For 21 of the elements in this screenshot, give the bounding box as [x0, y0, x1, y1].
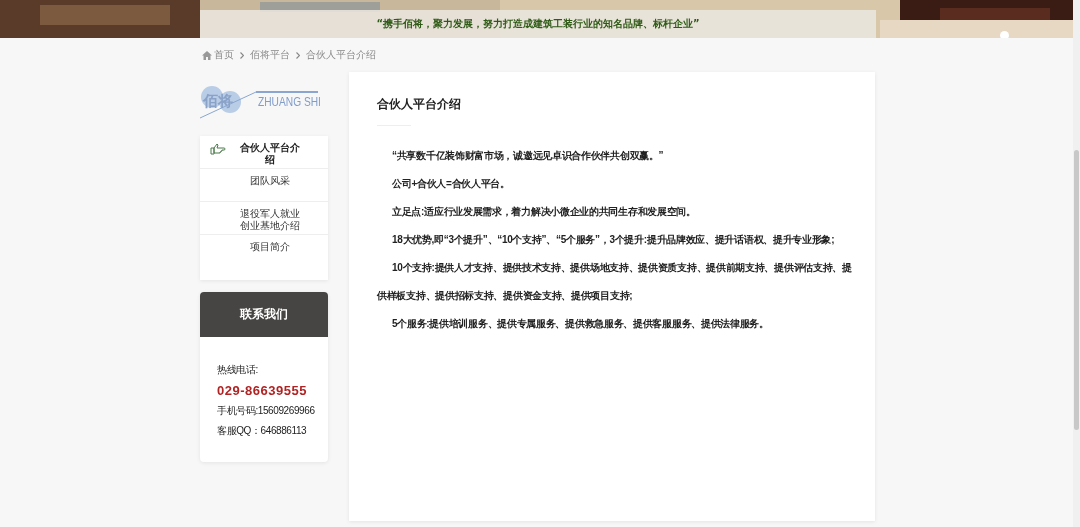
paragraph: 立足点:适应行业发展需求，着力解决小微企业的共同生存和发展空间。 [391, 205, 697, 219]
sidebar-item[interactable]: 团队风采 [200, 169, 328, 202]
breadcrumb-link[interactable]: 佰将平台 [250, 48, 290, 62]
paragraph: 5个服务:提供培训服务、提供专属服务、提供救急服务、提供客服服务、提供法律服务。 [391, 317, 770, 331]
sidebar-item[interactable]: 项目简介 [200, 235, 328, 268]
paragraph: 公司+合伙人=合伙人平台。 [391, 177, 511, 191]
hotline-number: 029-86639555 [217, 383, 307, 398]
qq-number: 客服QQ：646886113 [217, 424, 307, 438]
logo-text: ZHUANG SHI [258, 95, 321, 109]
paragraph: 18大优势,即“3个提升”、“10个支持”、“5个服务”，3个提升:提升品牌效应、提升话语权、提升专业形象; [391, 233, 836, 247]
paragraph: 10个支持:提供人才支持、提供技术支持、提供场地支持、提供资质支持、提供前期支持、提供评估支持、提供样板支持、提供招标支持、提供资金支持、提供项目支持; [377, 261, 852, 303]
sidebar-item[interactable]: 合伙人平台介绍 [200, 136, 328, 169]
mobile-number: 手机号码:15609269966 [217, 404, 315, 418]
hotline-label: 热线电话: [217, 363, 258, 377]
sidebar-item[interactable]: 退役军人就业创业基地介绍 [200, 202, 328, 235]
breadcrumb-current: 合伙人平台介绍 [306, 48, 376, 62]
article-title: 合伙人平台介绍 [377, 96, 462, 113]
slogan: “携手佰将，聚力发展，努力打造成建筑工装行业的知名品牌、标杆企业” [376, 17, 700, 31]
breadcrumb-link[interactable]: 首页 [214, 48, 234, 62]
contact-title: 联系我们 [240, 306, 288, 323]
paragraph: “共享数千亿装饰财富市场，诚邀远见卓识合作伙伴共创双赢。” [391, 149, 665, 163]
